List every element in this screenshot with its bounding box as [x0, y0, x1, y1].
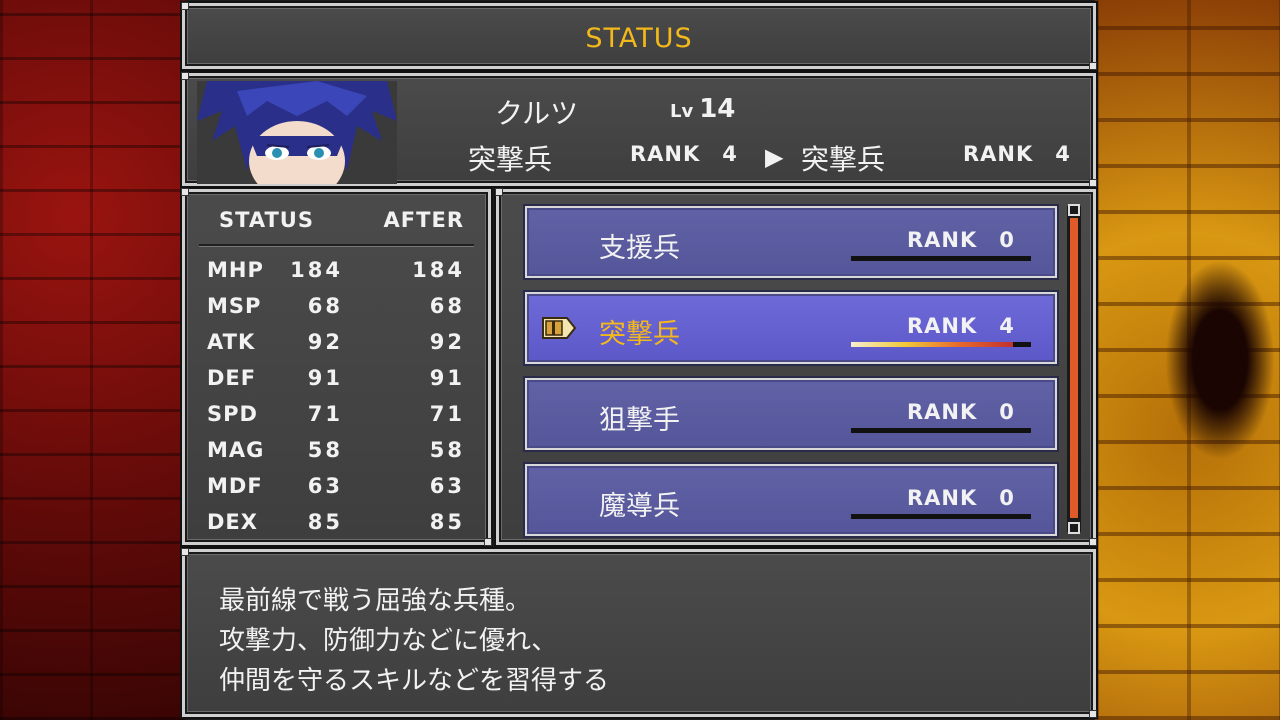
class-item-rank-label: RANK — [907, 314, 978, 338]
character-level: Lv 14 — [670, 94, 735, 124]
arrow-right-icon: ▶ — [765, 143, 784, 171]
book-icon — [542, 317, 577, 339]
stat-value: 91 — [307, 366, 343, 390]
background-left-brick — [0, 0, 185, 720]
stat-value: 58 — [307, 438, 343, 462]
current-class-rank: RANK 4 — [630, 142, 738, 166]
stats-header: STATUS AFTER — [199, 208, 474, 246]
class-item-mage[interactable]: 魔導兵 RANK 0 — [525, 464, 1057, 536]
stats-header-status: STATUS — [219, 208, 314, 232]
description-line: 仲間を守るスキルなどを習得する — [219, 666, 610, 696]
class-list-panel: 支援兵 RANK 0 突撃兵 RANK 4 狙撃手 RANK 0 魔導兵 RANK 0 — [495, 188, 1097, 546]
description-panel: 最前線で戦う屈強な兵種。 攻撃力、防御力などに優れ、 仲間を守るスキルなどを習得… — [181, 548, 1097, 718]
scrollbar-bottom-cap — [1068, 522, 1080, 534]
class-progress-fill — [851, 342, 1013, 347]
class-item-rank: RANK 0 — [907, 400, 1015, 424]
class-progress-bar — [851, 428, 1031, 433]
new-rank-label: RANK — [963, 142, 1034, 166]
stat-value: 68 — [307, 294, 343, 318]
stat-after-value: 85 — [429, 510, 465, 534]
stat-label: SPD — [207, 402, 258, 426]
stat-label: MSP — [207, 294, 262, 318]
class-item-rank: RANK 0 — [907, 486, 1015, 510]
description-line: 攻撃力、防御力などに優れ、 — [219, 626, 558, 656]
new-class-rank: RANK 4 — [963, 142, 1071, 166]
character-panel: クルツ Lv 14 突撃兵 RANK 4 ▶ 突撃兵 RANK 4 — [181, 72, 1097, 187]
level-prefix: Lv — [670, 101, 694, 122]
stat-value: 63 — [307, 474, 343, 498]
stat-after-value: 91 — [429, 366, 465, 390]
class-item-rank-value: 0 — [999, 400, 1015, 424]
class-item-rank-label: RANK — [907, 400, 978, 424]
class-progress-bar — [851, 342, 1031, 347]
stat-after-value: 63 — [429, 474, 465, 498]
stat-after-value: 68 — [429, 294, 465, 318]
class-item-rank: RANK 4 — [907, 314, 1015, 338]
stat-row: DEX 85 85 — [207, 510, 467, 540]
stat-value: 85 — [307, 510, 343, 534]
stat-value: 71 — [307, 402, 343, 426]
stat-row: MSP 68 68 — [207, 294, 467, 324]
class-progress-bar — [851, 256, 1031, 261]
description-line: 最前線で戦う屈強な兵種。 — [219, 586, 532, 616]
class-item-rank: RANK 0 — [907, 228, 1015, 252]
stat-row: MAG 58 58 — [207, 438, 467, 468]
stat-value: 92 — [307, 330, 343, 354]
background-right-brick — [1095, 0, 1280, 720]
class-item-support[interactable]: 支援兵 RANK 0 — [525, 206, 1057, 278]
class-item-assault[interactable]: 突撃兵 RANK 4 — [525, 292, 1057, 364]
stats-panel: STATUS AFTER MHP 184 184 MSP 68 68 ATK 9… — [181, 188, 492, 546]
class-item-rank-label: RANK — [907, 228, 978, 252]
stats-header-after: AFTER — [383, 208, 464, 232]
scrollbar-top-cap — [1068, 204, 1080, 216]
stat-row: MHP 184 184 — [207, 258, 467, 288]
stat-after-value: 92 — [429, 330, 465, 354]
title-panel: STATUS — [181, 2, 1097, 70]
class-item-name: 突撃兵 — [599, 319, 680, 350]
current-rank-value: 4 — [722, 142, 738, 166]
class-item-name: 狙撃手 — [599, 405, 680, 436]
stat-label: MDF — [207, 474, 263, 498]
class-item-name: 魔導兵 — [599, 491, 680, 522]
class-list-scrollbar[interactable] — [1067, 204, 1081, 534]
stat-label: MAG — [207, 438, 265, 462]
stat-value: 184 — [290, 258, 343, 282]
scrollbar-thumb[interactable] — [1070, 218, 1078, 518]
class-item-rank-value: 0 — [999, 228, 1015, 252]
new-class-name: 突撃兵 — [801, 143, 886, 176]
stat-row: SPD 71 71 — [207, 402, 467, 432]
class-progress-bar — [851, 514, 1031, 519]
level-value: 14 — [699, 94, 736, 124]
screen-title: STATUS — [585, 23, 693, 54]
stat-label: ATK — [207, 330, 256, 354]
stat-after-value: 71 — [429, 402, 465, 426]
stat-label: DEX — [207, 510, 258, 534]
new-rank-value: 4 — [1055, 142, 1071, 166]
stat-after-value: 184 — [412, 258, 465, 282]
stat-after-value: 58 — [429, 438, 465, 462]
class-item-rank-label: RANK — [907, 486, 978, 510]
class-item-rank-value: 0 — [999, 486, 1015, 510]
stat-row: ATK 92 92 — [207, 330, 467, 360]
stat-label: DEF — [207, 366, 257, 390]
current-rank-label: RANK — [630, 142, 701, 166]
current-class-name: 突撃兵 — [468, 143, 553, 176]
character-portrait — [197, 81, 397, 184]
stat-row: MDF 63 63 — [207, 474, 467, 504]
character-name: クルツ — [495, 97, 579, 130]
class-item-rank-value: 4 — [999, 314, 1015, 338]
class-item-sniper[interactable]: 狙撃手 RANK 0 — [525, 378, 1057, 450]
stat-row: DEF 91 91 — [207, 366, 467, 396]
stat-label: MHP — [207, 258, 264, 282]
class-item-name: 支援兵 — [599, 233, 680, 264]
